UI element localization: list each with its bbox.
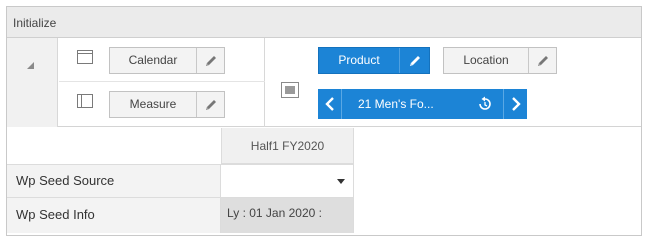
location-dimension-label: Location <box>463 53 509 67</box>
current-member-label[interactable]: 21 Men's Fo... <box>358 89 434 119</box>
data-grid: Half1 FY2020 Wp Seed Source Wp Seed Info… <box>7 128 641 235</box>
pencil-icon <box>205 99 216 110</box>
next-member-button[interactable] <box>503 89 527 119</box>
collapse-triangle-icon <box>27 62 34 69</box>
pivot-toolbar: Calendar Measure Product Location 21 Men… <box>7 38 641 127</box>
row-column-axes: Calendar Measure <box>59 38 265 127</box>
calendar-edit-button[interactable] <box>196 48 224 73</box>
calendar-dimension-tile[interactable]: Calendar <box>109 47 225 74</box>
view-panel: Initialize Calendar Measure Product Loca… <box>6 6 642 236</box>
measure-dimension-tile[interactable]: Measure <box>109 91 225 118</box>
page-member-navigator: 21 Men's Fo... <box>318 89 527 119</box>
chevron-right-icon <box>511 97 521 111</box>
product-edit-button[interactable] <box>399 48 429 73</box>
row-header[interactable]: Wp Seed Info <box>7 197 221 233</box>
measure-dimension-label: Measure <box>129 97 177 111</box>
pencil-icon <box>205 55 216 66</box>
reset-icon <box>479 96 491 110</box>
product-dimension-tile[interactable]: Product <box>318 47 430 74</box>
previous-member-button[interactable] <box>318 89 342 119</box>
measure-edit-button[interactable] <box>196 92 224 117</box>
seed-source-dropdown[interactable] <box>221 164 354 197</box>
product-dimension-label: Product <box>338 53 380 67</box>
row-axis: Calendar <box>59 38 265 82</box>
column-axis: Measure <box>59 82 265 126</box>
pencil-icon <box>537 55 548 66</box>
row-header[interactable]: Wp Seed Source <box>7 164 221 197</box>
row-axis-icon <box>77 50 93 64</box>
collapse-toggle[interactable] <box>7 38 58 127</box>
pencil-icon <box>409 55 420 66</box>
column-axis-icon <box>77 94 93 108</box>
reset-member-button[interactable] <box>471 89 499 119</box>
chevron-left-icon <box>324 97 334 111</box>
view-title: Initialize <box>13 16 57 30</box>
column-header[interactable]: Half1 FY2020 <box>221 128 354 164</box>
location-edit-button[interactable] <box>528 48 556 73</box>
view-title-bar: Initialize <box>7 7 641 38</box>
dropdown-caret-icon <box>337 179 345 184</box>
page-axis-icon <box>281 82 299 98</box>
calendar-dimension-label: Calendar <box>128 53 178 67</box>
seed-info-cell: Ly : 01 Jan 2020 : <box>221 197 354 233</box>
location-dimension-tile[interactable]: Location <box>443 47 557 74</box>
